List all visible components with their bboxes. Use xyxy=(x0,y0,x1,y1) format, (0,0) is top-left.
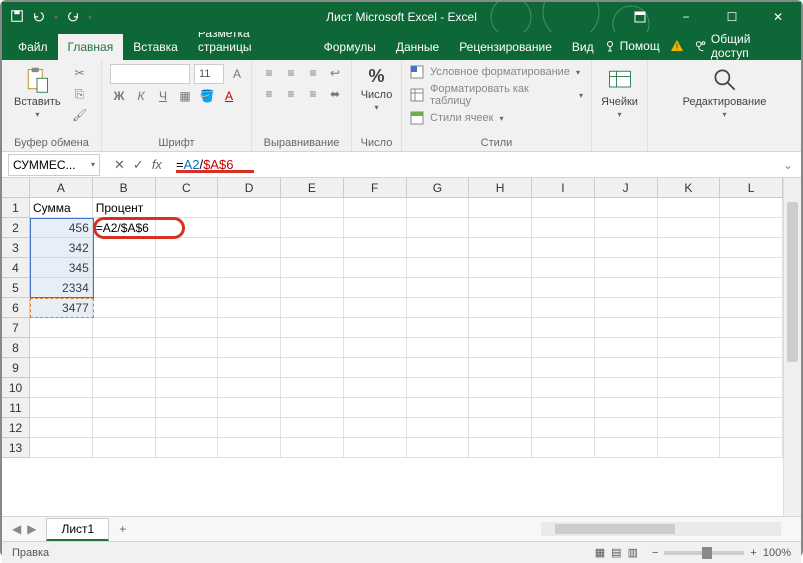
row-headers[interactable]: 12345678910111213 xyxy=(2,198,30,516)
enter-formula-button[interactable]: ✓ xyxy=(133,157,144,173)
cells-button[interactable]: Ячейки ▾ xyxy=(600,64,639,121)
align-mid-icon[interactable]: ≡ xyxy=(282,64,300,82)
font-name-input[interactable] xyxy=(110,64,190,84)
conditional-formatting-button[interactable]: Условное форматирование▾ xyxy=(410,64,580,80)
cell-A6: 3477 xyxy=(30,298,93,318)
warning-icon[interactable]: ! xyxy=(670,39,684,53)
align-group-label: Выравнивание xyxy=(260,135,343,149)
title-decoration xyxy=(481,2,661,32)
minimize-button[interactable]: − xyxy=(663,2,709,32)
tab-home[interactable]: Главная xyxy=(58,34,124,60)
undo-icon[interactable] xyxy=(32,9,46,26)
underline-icon[interactable]: Ч xyxy=(154,87,172,105)
align-center-icon[interactable]: ≡ xyxy=(282,85,300,103)
select-all-corner[interactable] xyxy=(2,178,30,198)
share-button[interactable]: Общий доступ xyxy=(694,32,787,60)
fill-color-icon[interactable]: 🪣 xyxy=(198,87,216,105)
cancel-formula-button[interactable]: ✕ xyxy=(114,157,125,173)
tab-file[interactable]: Файл xyxy=(8,34,58,60)
number-format-button[interactable]: % Число ▾ xyxy=(360,64,393,114)
font-color-icon[interactable]: А xyxy=(220,87,238,105)
close-button[interactable]: ✕ xyxy=(755,2,801,32)
formula-bar-input[interactable]: =A2/$A$6 xyxy=(170,157,775,172)
cell-A3: 342 xyxy=(30,238,93,258)
font-group-label: Шрифт xyxy=(110,135,243,149)
cut-icon[interactable]: ✂ xyxy=(71,64,89,82)
merge-icon[interactable]: ⬌ xyxy=(326,85,344,103)
maximize-button[interactable]: ☐ xyxy=(709,2,755,32)
cell-A5: 2334 xyxy=(30,278,93,298)
expand-formula-bar-icon[interactable]: ⌄ xyxy=(775,158,801,172)
cell-A4: 345 xyxy=(30,258,93,278)
cells-area[interactable]: СуммаПроцент 456=A2/$A$6 342 345 2334 34… xyxy=(30,198,783,516)
number-group-label: Число xyxy=(360,135,393,149)
sheet-nav-next-icon[interactable]: ▶ xyxy=(27,522,36,536)
align-left-icon[interactable]: ≡ xyxy=(260,85,278,103)
cell-A1: Сумма xyxy=(30,198,93,218)
editing-button[interactable]: Редактирование ▾ xyxy=(656,64,793,121)
vertical-scrollbar[interactable] xyxy=(783,178,801,516)
align-top-icon[interactable]: ≡ xyxy=(260,64,278,82)
align-bot-icon[interactable]: ≡ xyxy=(304,64,322,82)
sheet-nav-prev-icon[interactable]: ◀ xyxy=(12,522,21,536)
undo-dropdown[interactable]: ▾ xyxy=(54,13,58,22)
annotation-underline xyxy=(176,170,254,173)
cell-A2: 456 xyxy=(30,218,93,238)
add-sheet-button[interactable]: + xyxy=(109,522,136,536)
qat-customize[interactable]: ▾ xyxy=(88,13,92,22)
italic-icon[interactable]: К xyxy=(132,87,150,105)
window-title: Лист Microsoft Excel - Excel xyxy=(326,10,477,24)
paste-button[interactable]: Вставить ▾ xyxy=(10,64,65,121)
name-box[interactable]: СУММЕС... ▾ xyxy=(8,154,100,176)
tab-insert[interactable]: Вставка xyxy=(123,34,188,60)
styles-group-label: Стили xyxy=(410,135,583,149)
normal-view-icon[interactable]: ▦ xyxy=(595,546,605,559)
sheet-tab-1[interactable]: Лист1 xyxy=(46,518,109,541)
zoom-slider[interactable] xyxy=(664,551,744,555)
page-layout-icon[interactable]: ▤ xyxy=(611,546,621,559)
font-size-input[interactable] xyxy=(194,64,224,84)
horizontal-scrollbar[interactable] xyxy=(541,522,781,536)
align-right-icon[interactable]: ≡ xyxy=(304,85,322,103)
tab-view[interactable]: Вид xyxy=(562,34,604,60)
fx-button[interactable]: fx xyxy=(152,157,162,173)
copy-icon[interactable]: ⎘ xyxy=(71,85,89,103)
page-break-icon[interactable]: ▥ xyxy=(628,546,638,559)
save-icon[interactable] xyxy=(10,9,24,26)
column-headers[interactable]: ABCDEFGHIJKL xyxy=(30,178,783,198)
redo-icon[interactable] xyxy=(66,9,80,26)
tell-me[interactable]: Помощ xyxy=(604,39,660,53)
format-table-button[interactable]: Форматировать как таблицу▾ xyxy=(410,82,583,108)
bold-icon[interactable]: Ж xyxy=(110,87,128,105)
cell-B2: =A2/$A$6 xyxy=(93,218,156,238)
tab-data[interactable]: Данные xyxy=(386,34,449,60)
grow-font-icon[interactable]: A xyxy=(228,65,246,83)
tab-formulas[interactable]: Формулы xyxy=(314,34,386,60)
border-icon[interactable]: ▦ xyxy=(176,87,194,105)
wrap-icon[interactable]: ↩ xyxy=(326,64,344,82)
tab-review[interactable]: Рецензирование xyxy=(449,34,562,60)
cell-B1: Процент xyxy=(93,198,156,218)
format-painter-icon[interactable]: 🖌 xyxy=(71,106,89,124)
svg-text:!: ! xyxy=(675,42,678,52)
cell-styles-button[interactable]: Стили ячеек▾ xyxy=(410,110,504,126)
clipboard-group-label: Буфер обмена xyxy=(10,135,93,149)
